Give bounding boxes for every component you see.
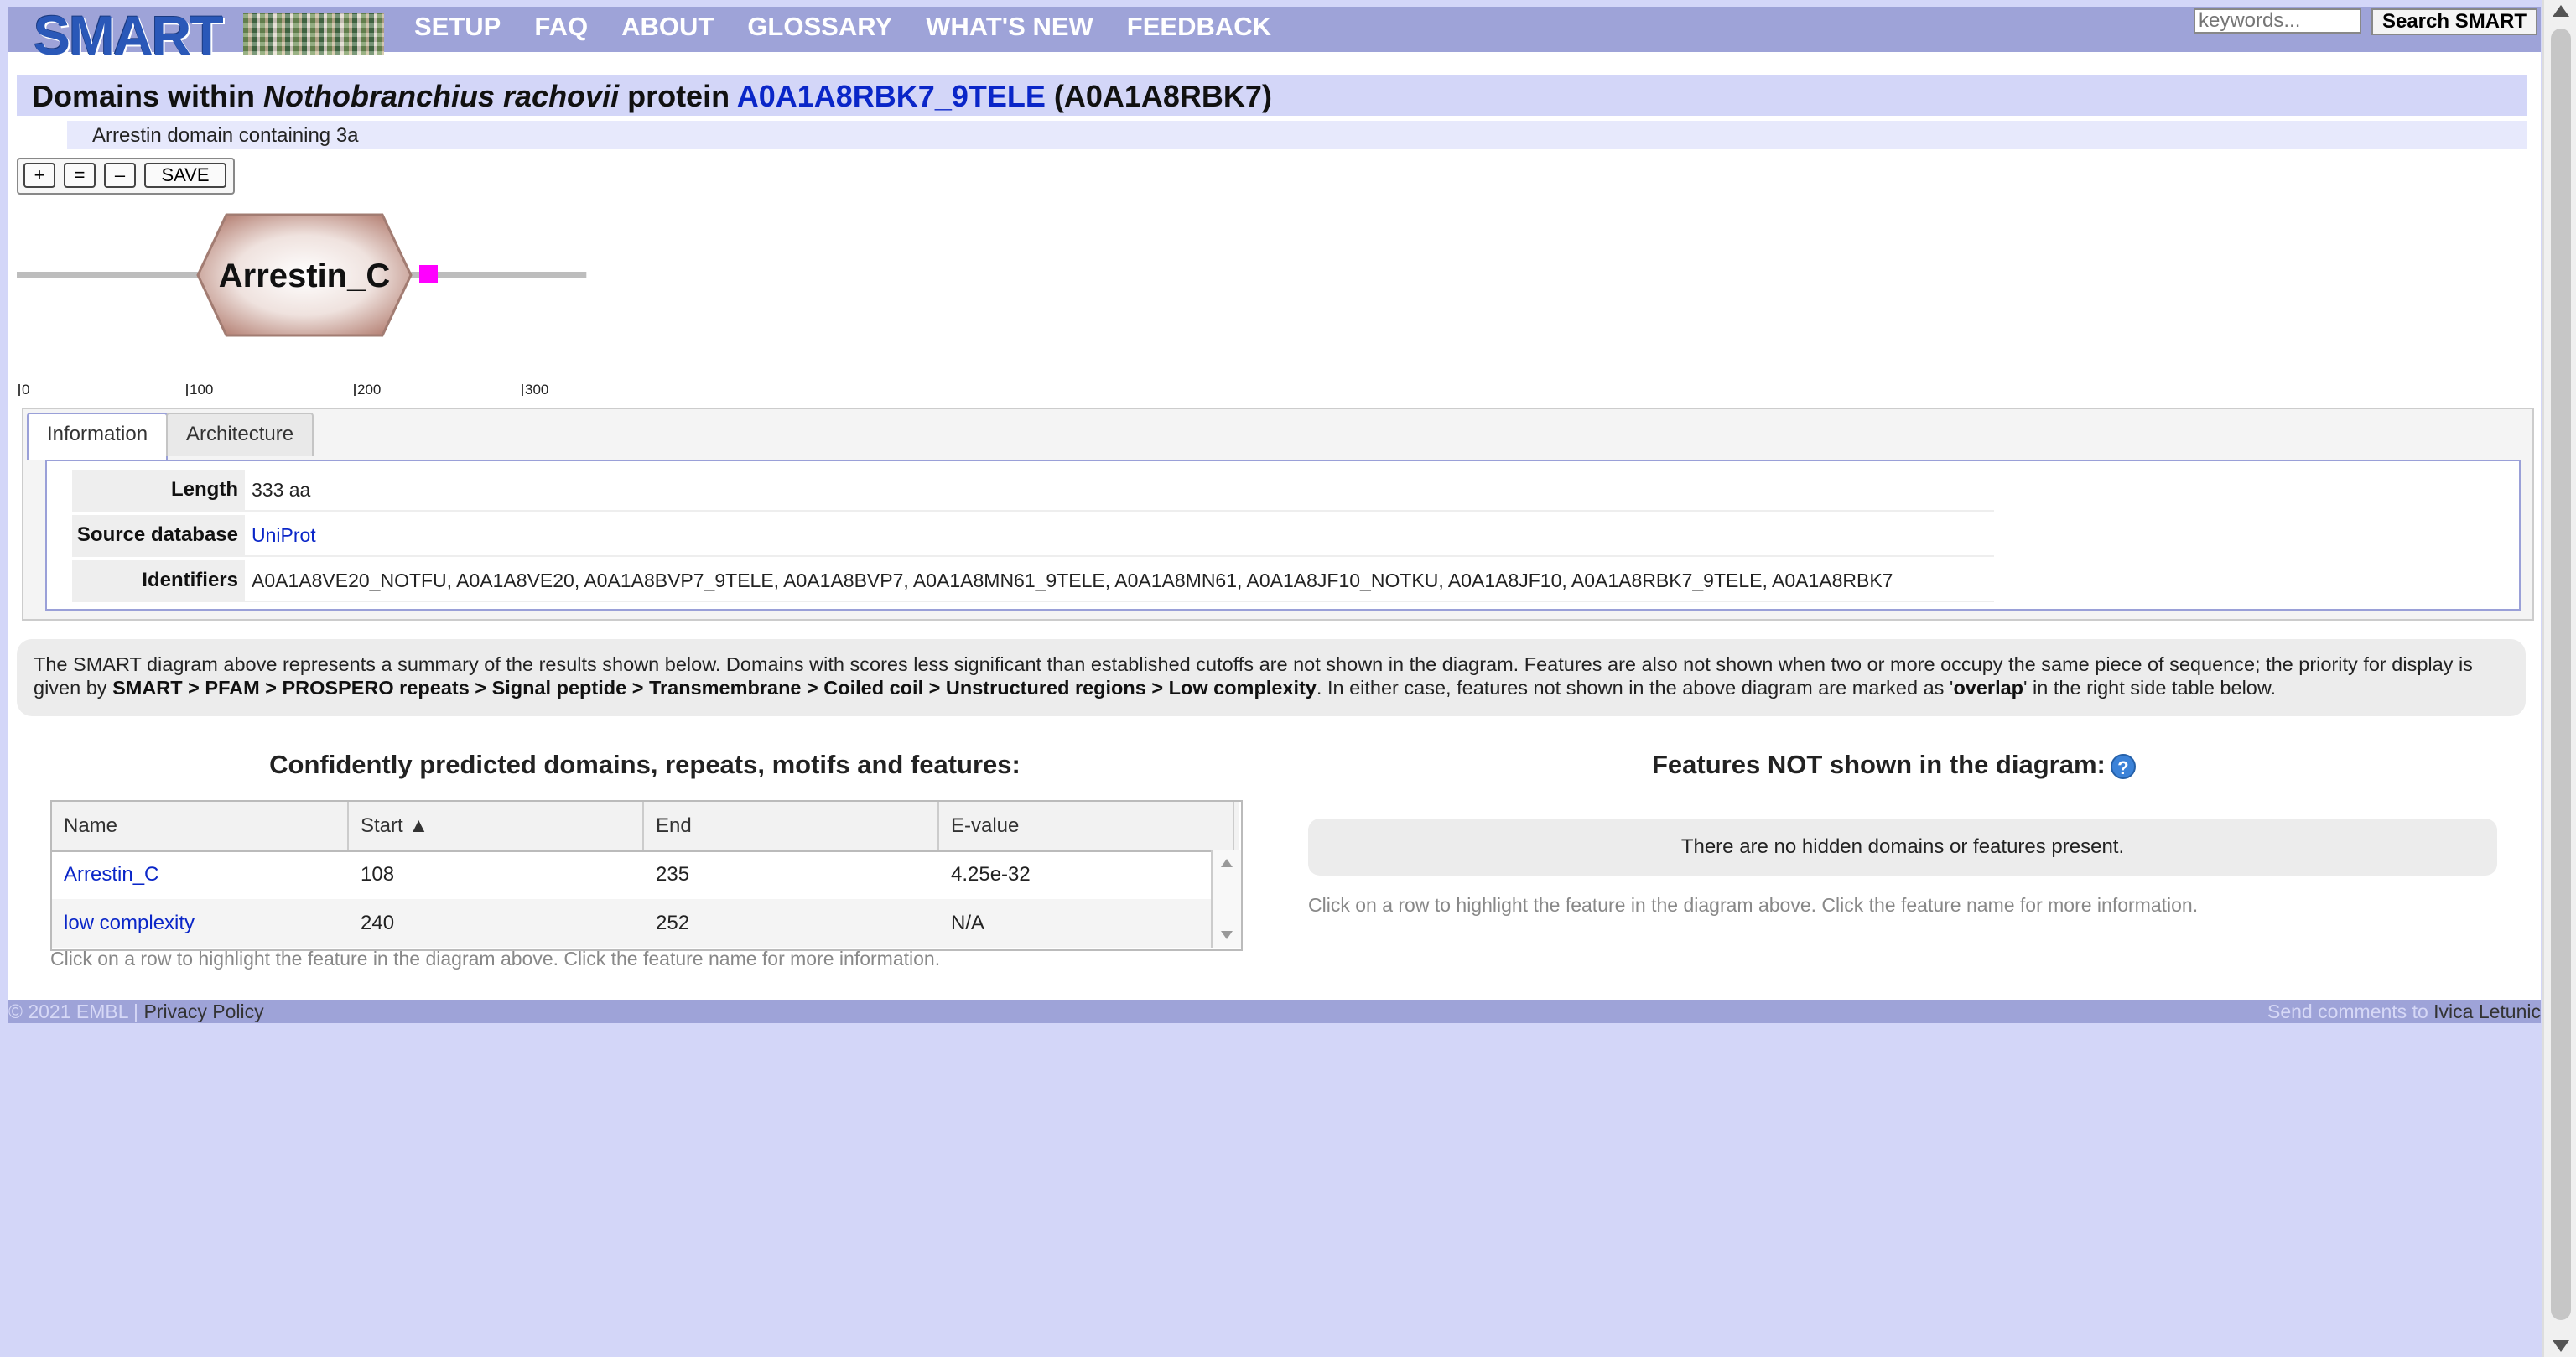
zoom-out-button[interactable]: – — [104, 163, 136, 188]
column-header-end[interactable]: End — [644, 802, 939, 850]
protein-accession: (A0A1A8RBK7) — [1045, 79, 1272, 113]
hidden-features-title: Features NOT shown in the diagram: — [1652, 750, 2106, 779]
search-button[interactable]: Search SMART — [2371, 8, 2537, 35]
page-title: Domains within Nothobranchius rachovii p… — [32, 79, 1272, 114]
domain-label: Arrestin_C — [219, 257, 391, 294]
help-icon[interactable]: ? — [2110, 753, 2136, 779]
nav-about-link[interactable]: ABOUT — [621, 12, 714, 42]
title-prefix: Domains within — [32, 79, 264, 113]
feature-end: 235 — [656, 863, 690, 886]
footer-right: Send comments to Ivica Letunic — [2267, 1000, 2541, 1023]
explain-text-3: ' in the right side table below. — [2023, 677, 2277, 699]
tab-architecture[interactable]: Architecture — [166, 413, 314, 456]
feature-start: 240 — [361, 912, 395, 934]
table-row[interactable]: Arrestin_C 108 235 4.25e-32 — [52, 850, 1211, 899]
nav-faq-link[interactable]: FAQ — [534, 12, 588, 42]
zoom-reset-button[interactable]: = — [64, 163, 96, 188]
diagram-explanation: The SMART diagram above represents a sum… — [17, 639, 2526, 716]
protein-description-bar: Arrestin domain containing 3a — [67, 121, 2527, 149]
page-footer: © 2021 EMBL | Privacy Policy Send commen… — [8, 1000, 2541, 1023]
nav-feedback-link[interactable]: FEEDBACK — [1127, 12, 1271, 42]
main-nav: SETUP FAQ ABOUT GLOSSARY WHAT'S NEW FEED… — [414, 12, 1305, 42]
logo-mosaic-overlay — [243, 13, 384, 55]
explain-priority: SMART > PFAM > PROSPERO repeats > Signal… — [112, 677, 1317, 699]
explain-overlap: overlap — [1953, 677, 2024, 699]
feature-name-link[interactable]: Arrestin_C — [64, 863, 158, 886]
top-navigation-bar: SMART SETUP FAQ ABOUT GLOSSARY WHAT'S NE… — [8, 4, 2541, 66]
domain-diagram: Arrestin_C — [17, 213, 587, 337]
page-scrollbar[interactable] — [2542, 0, 2576, 1357]
feature-end: 252 — [656, 912, 690, 934]
table-header-row: Name Start ▲ End E-value — [52, 802, 1239, 852]
logo-text: SMART — [34, 4, 224, 66]
info-row-length: Length 333 aa — [72, 470, 1994, 512]
title-mid: protein — [619, 79, 737, 113]
smart-logo[interactable]: SMART — [23, 4, 386, 66]
predicted-domains-heading: Confidently predicted domains, repeats, … — [269, 750, 1021, 779]
scroll-up-icon[interactable] — [2553, 5, 2569, 17]
table-scrollbar[interactable] — [1211, 850, 1241, 948]
scroll-down-icon[interactable] — [2553, 1340, 2569, 1352]
nav-setup-link[interactable]: SETUP — [414, 12, 501, 42]
scroll-thumb[interactable] — [2551, 29, 2571, 1320]
save-diagram-button[interactable]: SAVE — [144, 163, 226, 188]
column-header-evalue[interactable]: E-value — [939, 802, 1234, 850]
scroll-up-arrow-icon[interactable] — [1221, 859, 1233, 867]
scroll-down-arrow-icon[interactable] — [1221, 931, 1233, 939]
hidden-features-heading: Features NOT shown in the diagram:? — [1652, 750, 2136, 780]
contact-link[interactable]: Ivica Letunic — [2433, 1001, 2541, 1022]
source-database-label: Source database — [72, 515, 245, 555]
length-label: Length — [72, 470, 245, 510]
table-row[interactable]: low complexity 240 252 N/A — [52, 899, 1211, 948]
predicted-domains-table: Name Start ▲ End E-value Arrestin_C 108 … — [50, 800, 1243, 951]
privacy-policy-link[interactable]: Privacy Policy — [143, 1001, 263, 1022]
footer-left: © 2021 EMBL | Privacy Policy — [8, 1000, 264, 1023]
feature-name-link[interactable]: low complexity — [64, 912, 195, 934]
protein-description: Arrestin domain containing 3a — [92, 124, 359, 147]
no-hidden-features-message: There are no hidden domains or features … — [1308, 819, 2497, 876]
feature-evalue: N/A — [951, 912, 985, 934]
tab-information[interactable]: Information — [27, 413, 169, 460]
diagram-zoom-controls: + = – SAVE — [17, 158, 235, 195]
identifiers-value: A0A1A8VE20_NOTFU, A0A1A8VE20, A0A1A8BVP7… — [252, 569, 1893, 591]
column-header-name[interactable]: Name — [52, 802, 349, 850]
feature-evalue: 4.25e-32 — [951, 863, 1031, 886]
low-complexity-region[interactable] — [419, 265, 438, 283]
zoom-in-button[interactable]: + — [23, 163, 55, 188]
left-table-hint: Click on a row to highlight the feature … — [50, 948, 941, 970]
page-title-bar: Domains within Nothobranchius rachovii p… — [17, 75, 2527, 116]
feature-start: 108 — [361, 863, 395, 886]
axis-tick-label: 200 — [354, 382, 381, 397]
right-table-hint: Click on a row to highlight the feature … — [1308, 894, 2199, 916]
info-row-source: Source database UniProt — [72, 515, 1994, 557]
column-header-start[interactable]: Start ▲ — [349, 802, 644, 850]
uniprot-link[interactable]: UniProt — [252, 524, 316, 546]
information-tab-body: Length 333 aa Source database UniProt Id… — [45, 460, 2521, 611]
nav-whats-new-link[interactable]: WHAT'S NEW — [926, 12, 1093, 42]
axis-tick-label: 300 — [522, 382, 548, 397]
info-row-identifiers: Identifiers A0A1A8VE20_NOTFU, A0A1A8VE20… — [72, 560, 1994, 602]
copyright: © 2021 EMBL | — [8, 1001, 144, 1022]
nav-glossary-link[interactable]: GLOSSARY — [747, 12, 892, 42]
length-value: 333 aa — [252, 479, 311, 501]
protein-link[interactable]: A0A1A8RBK7_9TELE — [737, 79, 1046, 113]
comments-prefix: Send comments to — [2267, 1001, 2434, 1022]
axis-tick-label: 0 — [18, 382, 29, 397]
info-tabs-panel: Information Architecture Length 333 aa S… — [22, 408, 2534, 621]
species-name: Nothobranchius rachovii — [263, 79, 620, 113]
identifiers-label: Identifiers — [72, 560, 245, 601]
explain-text-2: . In either case, features not shown in … — [1316, 677, 1954, 699]
search-input[interactable] — [2194, 8, 2361, 34]
axis-tick-label: 100 — [186, 382, 213, 397]
